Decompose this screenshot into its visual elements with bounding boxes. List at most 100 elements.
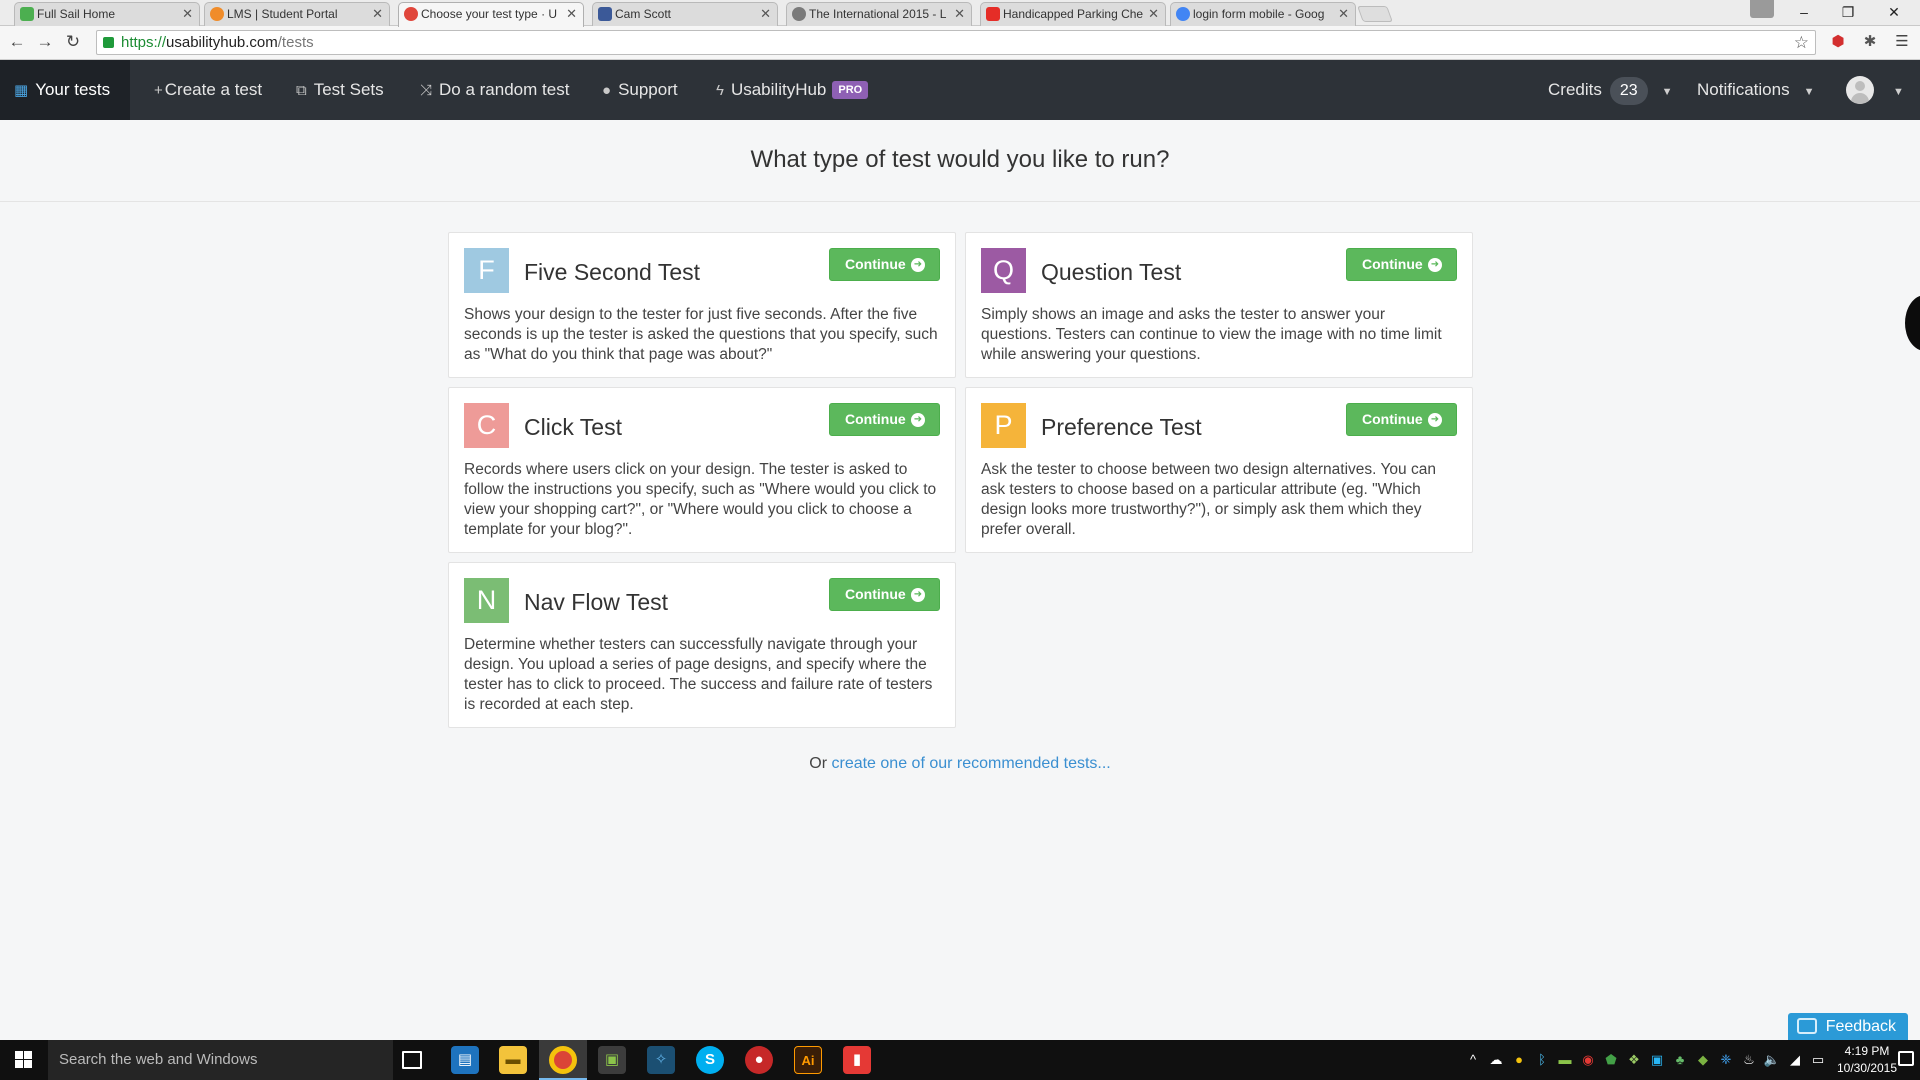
- windows-start-icon[interactable]: [0, 1040, 48, 1080]
- skype-icon[interactable]: S: [696, 1046, 724, 1074]
- tab-title: Choose your test type · U: [421, 7, 558, 21]
- nav-test-sets[interactable]: ⧉ Test Sets: [296, 60, 384, 120]
- extension-icon[interactable]: ✱: [1860, 32, 1880, 52]
- taskbar-search-box[interactable]: Search the web and Windows: [48, 1040, 393, 1080]
- continue-button-five-second[interactable]: Continue ➜: [829, 248, 940, 281]
- chrome-menu-icon[interactable]: ☰: [1892, 32, 1912, 52]
- address-bar[interactable]: https://usabilityhub.com/tests ☆: [96, 30, 1816, 55]
- norton-icon[interactable]: ●: [1510, 1052, 1528, 1068]
- tab-title: Cam Scott: [615, 7, 672, 21]
- wifi-icon[interactable]: ◢: [1786, 1052, 1804, 1068]
- test-card-description: Ask the tester to choose between two des…: [981, 461, 1436, 538]
- task-view-icon[interactable]: [402, 1051, 422, 1069]
- browser-tab-handicapped-parking[interactable]: Handicapped Parking Che ✕: [980, 2, 1166, 26]
- feedback-tab[interactable]: Feedback: [1788, 1013, 1908, 1040]
- notifications-label: Notifications: [1697, 80, 1790, 99]
- bookmark-star-icon[interactable]: ☆: [1794, 31, 1809, 54]
- test-card-title: Question Test: [1041, 259, 1182, 285]
- nav-usabilityhub-pro[interactable]: ϟ UsabilityHub PRO: [716, 60, 869, 120]
- volume-icon[interactable]: 🔈: [1763, 1052, 1781, 1068]
- recommended-tests-link[interactable]: create one of our recommended tests...: [831, 755, 1110, 772]
- close-tab-icon[interactable]: ✕: [182, 3, 193, 25]
- recommend-prefix: Or: [809, 755, 828, 772]
- visual-studio-icon[interactable]: ✧: [647, 1046, 675, 1074]
- continue-button-question[interactable]: Continue ➜: [1346, 248, 1457, 281]
- continue-button-preference[interactable]: Continue ➜: [1346, 403, 1457, 436]
- shuffle-icon: ⤨: [420, 82, 433, 99]
- store-icon[interactable]: ▤: [451, 1046, 479, 1074]
- nav-your-tests[interactable]: ▦ Your tests: [0, 60, 130, 120]
- close-tab-icon[interactable]: ✕: [760, 3, 771, 25]
- clock-date: 10/30/2015: [1836, 1061, 1898, 1075]
- nav-support[interactable]: ● Support: [602, 60, 678, 120]
- adblock-extension-icon[interactable]: ⬢: [1828, 32, 1848, 52]
- forward-arrow-icon[interactable]: →: [34, 31, 56, 53]
- dropbox-icon[interactable]: ❈: [1717, 1052, 1735, 1068]
- preference-letter-icon: P: [981, 403, 1026, 448]
- office-app-icon[interactable]: ▮: [843, 1046, 871, 1074]
- chrome-icon[interactable]: [549, 1046, 577, 1074]
- user-avatar[interactable]: [1846, 76, 1874, 104]
- click-letter-icon: C: [464, 403, 509, 448]
- close-tab-icon[interactable]: ✕: [1148, 3, 1159, 25]
- close-tab-icon[interactable]: ✕: [566, 3, 577, 25]
- network-share-icon[interactable]: ❖: [1625, 1052, 1643, 1068]
- battery-manager-icon[interactable]: ▬: [1556, 1052, 1574, 1068]
- lightning-bolt-icon: ϟ: [716, 82, 724, 99]
- tab-title: login form mobile - Goog: [1193, 7, 1325, 21]
- megaphone-icon: [1797, 1018, 1817, 1034]
- onedrive-icon[interactable]: ☁: [1487, 1052, 1505, 1068]
- show-hidden-icons-icon[interactable]: ^: [1464, 1052, 1482, 1068]
- keyboard-icon[interactable]: ▭: [1809, 1052, 1827, 1068]
- nav-create-test-label: Create a test: [164, 80, 263, 99]
- test-card-description: Records where users click on your design…: [464, 461, 937, 538]
- browser-tab-cam-scott[interactable]: Cam Scott ✕: [592, 2, 778, 26]
- test-card-title: Nav Flow Test: [524, 589, 669, 615]
- account-menu-toggle[interactable]: ▼: [1893, 60, 1904, 120]
- notifications-dropdown[interactable]: Notifications ▼: [1697, 60, 1815, 120]
- nav-random-test[interactable]: ⤨ Do a random test: [420, 60, 569, 120]
- browser-tab-google-search[interactable]: login form mobile - Goog ✕: [1170, 2, 1356, 26]
- close-tab-icon[interactable]: ✕: [372, 3, 383, 25]
- nav-create-test[interactable]: + Create a test: [154, 60, 262, 120]
- back-arrow-icon[interactable]: ←: [6, 31, 28, 53]
- chevron-down-icon: ▼: [1803, 86, 1815, 98]
- test-card-preference: P Preference Test Continue ➜ Ask the tes…: [965, 387, 1473, 553]
- close-tab-icon[interactable]: ✕: [954, 3, 965, 25]
- browser-tab-full-sail[interactable]: Full Sail Home ✕: [14, 2, 200, 26]
- chevron-down-icon: ▼: [1661, 86, 1673, 98]
- tab-title: Handicapped Parking Che: [1003, 7, 1143, 21]
- close-tab-icon[interactable]: ✕: [1338, 3, 1349, 25]
- shield-icon[interactable]: ⬟: [1602, 1052, 1620, 1068]
- sync-icon[interactable]: ▣: [1648, 1052, 1666, 1068]
- close-window-icon[interactable]: ✕: [1872, 0, 1916, 24]
- credits-label: Credits: [1548, 80, 1602, 99]
- new-tab-button[interactable]: [1357, 6, 1393, 22]
- credits-dropdown[interactable]: Credits 23 ▼: [1548, 60, 1673, 120]
- file-explorer-icon[interactable]: ▬: [499, 1046, 527, 1074]
- evernote-icon[interactable]: ♣: [1671, 1052, 1689, 1068]
- app-installer-icon[interactable]: ▣: [598, 1046, 626, 1074]
- continue-button-click[interactable]: Continue ➜: [829, 403, 940, 436]
- action-center-icon[interactable]: [1898, 1051, 1914, 1066]
- arrow-circle-right-icon: ➜: [1428, 258, 1442, 272]
- taskbar-clock[interactable]: 4:19 PM 10/30/2015: [1832, 1043, 1902, 1077]
- browser-tab-usabilityhub[interactable]: Choose your test type · U ✕: [398, 2, 584, 27]
- nav-usabilityhub-label: UsabilityHub: [730, 80, 827, 99]
- bluetooth-icon[interactable]: ᛒ: [1533, 1052, 1551, 1068]
- browser-profile-icon[interactable]: [1750, 0, 1774, 18]
- browser-tab-lms[interactable]: LMS | Student Portal ✕: [204, 2, 390, 26]
- media-player-icon[interactable]: ●: [745, 1046, 773, 1074]
- reload-icon[interactable]: ↻: [62, 31, 84, 53]
- minimize-window-icon[interactable]: –: [1782, 0, 1826, 24]
- restore-window-icon[interactable]: ❐: [1826, 0, 1870, 24]
- test-card-title: Preference Test: [1041, 414, 1202, 440]
- app-tray-icon[interactable]: ◆: [1694, 1052, 1712, 1068]
- continue-button-nav-flow[interactable]: Continue ➜: [829, 578, 940, 611]
- youtube-favicon-icon: [986, 7, 1000, 21]
- page-title: What type of test would you like to run?: [750, 146, 1170, 173]
- security-shield-icon[interactable]: ◉: [1579, 1052, 1597, 1068]
- steam-icon[interactable]: ♨: [1740, 1052, 1758, 1068]
- browser-tab-the-international[interactable]: The International 2015 - L ✕: [786, 2, 972, 26]
- illustrator-icon[interactable]: Ai: [794, 1046, 822, 1074]
